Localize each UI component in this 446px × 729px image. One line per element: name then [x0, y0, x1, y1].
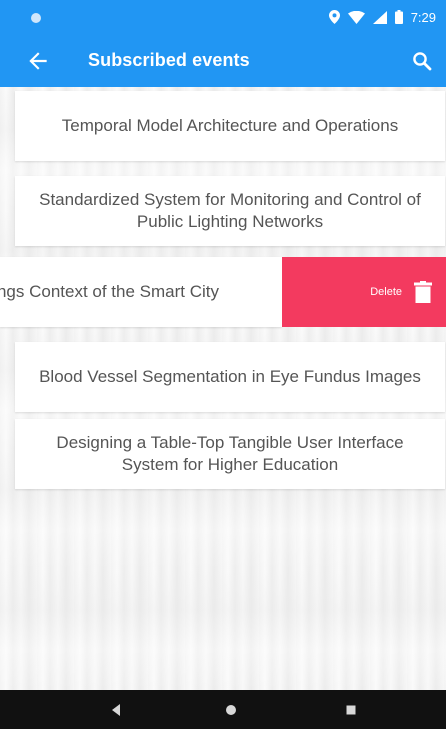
wifi-icon	[347, 10, 365, 24]
list-item[interactable]: Temporal Model Architecture and Operatio…	[15, 91, 445, 161]
status-icons: 7:29	[328, 8, 436, 26]
list-item-swiped[interactable]: ngs Context of the Smart City	[0, 257, 282, 327]
location-icon	[328, 10, 340, 24]
trash-icon	[414, 281, 432, 303]
event-title: Designing a Table-Top Tangible User Inte…	[56, 433, 404, 474]
list-item[interactable]: Designing a Table-Top Tangible User Inte…	[15, 419, 445, 489]
system-nav-bar	[0, 690, 446, 729]
status-bar: 7:29	[0, 0, 446, 35]
delete-label: Delete	[370, 286, 402, 298]
event-list[interactable]: Temporal Model Architecture and Operatio…	[0, 87, 446, 690]
app-bar: Subscribed events	[0, 35, 446, 87]
page-title: Subscribed events	[88, 50, 250, 70]
arrow-left-icon[interactable]	[25, 48, 51, 74]
event-title: Temporal Model Architecture and Operatio…	[61, 116, 399, 135]
back-triangle-icon[interactable]	[104, 698, 128, 722]
delete-swipe-action[interactable]: Delete	[282, 257, 446, 327]
list-item[interactable]: Blood Vessel Segmentation in Eye Fundus …	[15, 342, 445, 412]
recents-square-icon[interactable]	[339, 698, 363, 722]
event-title: Standardized System for Monitoring and C…	[39, 190, 421, 231]
event-title: ngs Context of the Smart City	[0, 282, 220, 301]
event-title: Blood Vessel Segmentation in Eye Fundus …	[39, 367, 421, 386]
battery-icon	[394, 10, 403, 24]
home-circle-icon[interactable]	[219, 698, 243, 722]
signal-icon	[372, 10, 387, 24]
app-dot-icon	[31, 13, 41, 23]
search-icon[interactable]	[410, 49, 434, 73]
list-item[interactable]: Standardized System for Monitoring and C…	[15, 176, 445, 246]
status-time: 7:29	[410, 9, 436, 25]
